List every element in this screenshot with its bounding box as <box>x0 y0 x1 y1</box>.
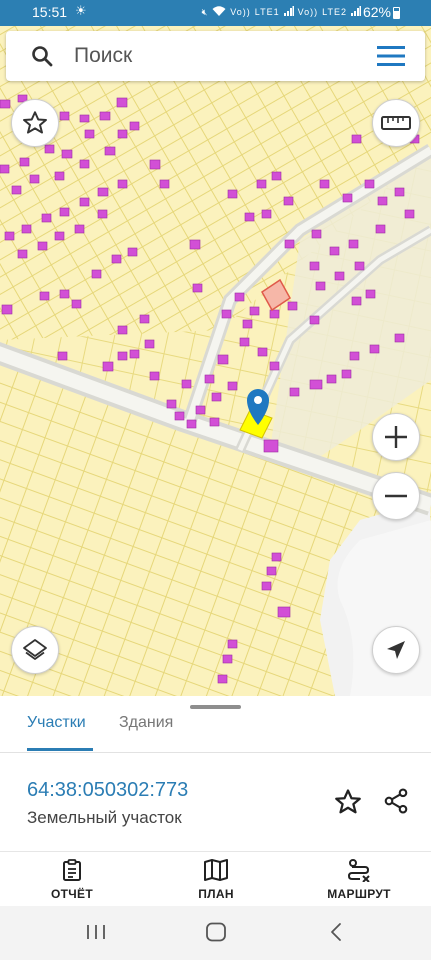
zoom-out-icon <box>385 494 407 498</box>
object-info-sheet: Участки Здания 64:38:050302:773 Земельны… <box>0 696 431 851</box>
zoom-out-button[interactable] <box>372 472 420 520</box>
layers-button[interactable] <box>11 626 59 674</box>
nav-plan-label: ПЛАН <box>198 887 234 901</box>
ruler-button[interactable] <box>372 99 420 147</box>
share-icon[interactable] <box>382 787 410 815</box>
zoom-in-button[interactable] <box>372 413 420 461</box>
navigate-arrow-icon <box>387 641 405 659</box>
nav-report-label: ОТЧЁТ <box>51 887 93 901</box>
home-icon[interactable] <box>205 922 227 942</box>
wifi-icon <box>212 5 226 19</box>
favorite-map-button[interactable] <box>11 99 59 147</box>
network-label-4: LTE2 <box>322 7 347 17</box>
nav-route[interactable]: МАРШРУТ <box>309 858 409 904</box>
tab-parcels[interactable]: Участки <box>27 714 86 752</box>
cadastral-map[interactable] <box>0 26 431 696</box>
search-input[interactable] <box>74 41 354 71</box>
network-label-1: Vo)) <box>230 7 251 17</box>
network-label-2: LTE1 <box>254 7 280 17</box>
status-bar: 15:51 ☀ 🔇︎ Vo)) LTE1 Vo)) LTE2 62% <box>0 0 431 26</box>
report-icon <box>63 859 81 881</box>
favorite-star-icon[interactable] <box>333 787 363 817</box>
search-icon[interactable] <box>30 44 54 68</box>
signal-1-icon <box>283 6 294 18</box>
menu-icon[interactable] <box>377 46 405 66</box>
my-location-button[interactable] <box>372 626 420 674</box>
battery-level: 62% <box>362 4 391 20</box>
nav-route-label: МАРШРУТ <box>327 887 391 901</box>
system-navigation-bar <box>0 906 431 960</box>
map-plan-icon <box>204 859 228 881</box>
network-label-3: Vo)) <box>297 7 319 17</box>
brightness-icon: ☀ <box>75 3 87 18</box>
nav-plan[interactable]: ПЛАН <box>166 858 266 904</box>
mute-icon: 🔇︎ <box>201 6 209 17</box>
search-bar[interactable] <box>6 31 425 81</box>
tab-buildings[interactable]: Здания <box>119 714 173 752</box>
zoom-in-icon <box>385 426 407 448</box>
route-icon <box>347 859 370 882</box>
cadastral-number[interactable]: 64:38:050302:773 <box>27 779 188 802</box>
ruler-icon <box>381 116 411 130</box>
active-tab-indicator <box>27 748 93 751</box>
recent-apps-icon[interactable] <box>85 922 107 942</box>
layers-icon <box>23 639 47 660</box>
status-icons: 🔇︎ Vo)) LTE1 Vo)) LTE2 <box>202 5 361 19</box>
sheet-divider <box>0 752 431 753</box>
map-canvas[interactable] <box>0 26 431 696</box>
nav-report[interactable]: ОТЧЁТ <box>22 858 122 904</box>
bottom-navigation: ОТЧЁТ ПЛАН МАРШРУТ <box>0 851 431 906</box>
back-icon[interactable] <box>326 922 348 942</box>
status-time: 15:51 <box>32 4 68 20</box>
object-type: Земельный участок <box>27 808 182 827</box>
sheet-drag-handle[interactable] <box>190 705 241 709</box>
battery-icon <box>393 7 400 19</box>
star-outline-icon <box>23 111 47 134</box>
screen: 15:51 ☀ 🔇︎ Vo)) LTE1 Vo)) LTE2 62% Поиск… <box>0 0 431 960</box>
signal-2-icon <box>351 6 361 18</box>
